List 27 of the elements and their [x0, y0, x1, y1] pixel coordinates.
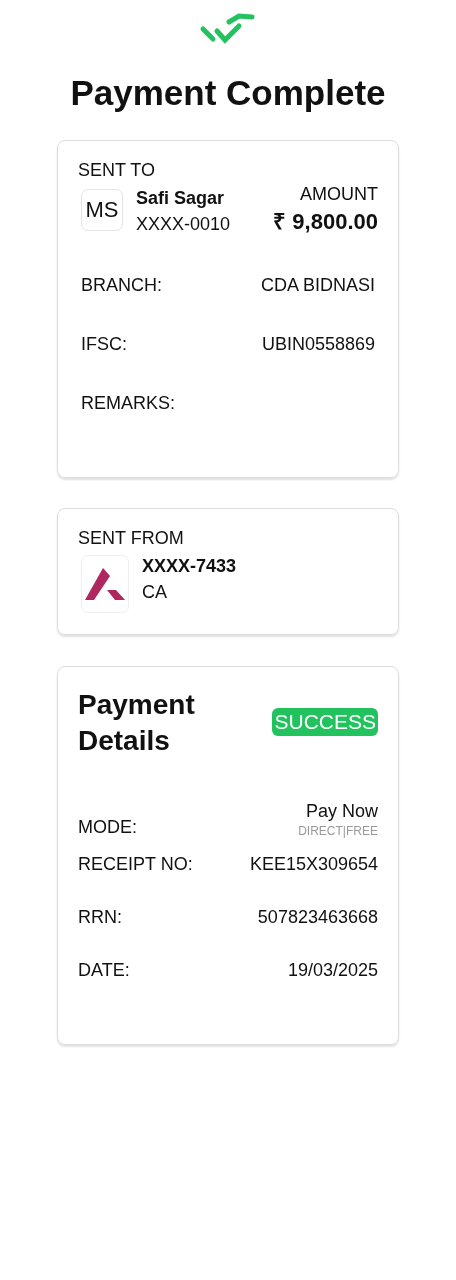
field-value: 507823463668	[257, 906, 378, 928]
field-value: CDA BIDNASI	[260, 274, 375, 296]
bank-logo	[81, 555, 129, 613]
account-number: XXXX-0010	[136, 213, 231, 236]
recipient-name: Safi Sagar	[136, 187, 226, 210]
field-value: 19/03/2025	[287, 959, 378, 981]
avatar: MS	[81, 189, 123, 231]
field-label: REMARKS:	[81, 392, 176, 414]
section-heading: SENT FROM	[78, 527, 185, 549]
field-value: KEE15X309654	[249, 853, 378, 875]
field-value: UBIN0558869	[261, 333, 375, 355]
section-heading: SENT TO	[78, 159, 157, 181]
field-label: RRN:	[78, 906, 122, 928]
account-number: XXXX-7433	[142, 555, 237, 578]
field-label: BRANCH:	[81, 274, 162, 296]
page-title: Payment Complete	[70, 73, 386, 113]
field-note: DIRECT|FREE	[298, 823, 378, 840]
amount-value: ₹ 9,800.00	[273, 208, 378, 236]
field-label: MODE:	[78, 816, 137, 838]
field-label: RECEIPT NO:	[78, 853, 193, 875]
status-badge: SUCCESS	[272, 708, 378, 736]
amount-label: AMOUNT	[299, 183, 378, 206]
field-label: DATE:	[78, 959, 130, 981]
field-label: IFSC:	[81, 333, 127, 355]
account-type: CA	[142, 581, 168, 604]
card-title: Payment Details	[78, 688, 196, 758]
field-value: Pay Now	[305, 800, 378, 822]
